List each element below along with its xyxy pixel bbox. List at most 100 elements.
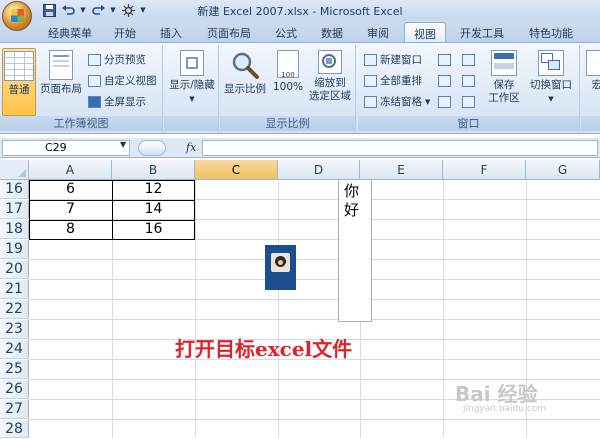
- column-header-g[interactable]: G: [526, 160, 600, 180]
- tab-developer[interactable]: 开发工具: [452, 22, 512, 42]
- row-header-28[interactable]: 28: [0, 420, 29, 438]
- page-layout-view-label: 页面布局: [40, 83, 82, 95]
- tab-view[interactable]: 视图: [404, 22, 446, 42]
- group-macros: 宏: [581, 45, 600, 133]
- row-header-23[interactable]: 23: [0, 320, 29, 339]
- arrange-all-button[interactable]: 全部重排: [364, 72, 422, 89]
- zoom-100-icon: 100: [277, 50, 299, 79]
- page-layout-view-button[interactable]: 页面布局: [38, 48, 84, 116]
- text-box-line: 你: [344, 182, 360, 200]
- name-box[interactable]: C29: [2, 140, 130, 156]
- tab-data[interactable]: 数据: [312, 22, 352, 42]
- unhide-window-button[interactable]: [438, 93, 451, 110]
- text-box[interactable]: 你 好: [338, 180, 372, 322]
- save-workspace-button[interactable]: 保存 工作区: [484, 48, 524, 116]
- cell-b18[interactable]: 16: [112, 220, 195, 239]
- custom-views-button[interactable]: 自定义视图: [88, 72, 157, 89]
- row-header-27[interactable]: 27: [0, 400, 29, 419]
- group-label-zoom: 显示比例: [220, 116, 355, 131]
- view-side-by-side-button[interactable]: [462, 51, 475, 68]
- formula-bar: C29 ▼ fx: [0, 138, 600, 158]
- zoom-button[interactable]: 显示比例: [222, 48, 268, 116]
- gridline: [29, 419, 600, 420]
- row-header-18[interactable]: 18: [0, 220, 29, 239]
- hide-window-button[interactable]: [438, 72, 451, 89]
- column-header-b[interactable]: B: [112, 160, 195, 180]
- column-header-f[interactable]: F: [443, 160, 526, 180]
- formula-expand-handle[interactable]: [138, 140, 166, 156]
- cell-a17[interactable]: 7: [29, 200, 112, 219]
- tab-formulas[interactable]: 公式: [266, 22, 306, 42]
- tab-classic-menu[interactable]: 经典菜单: [40, 22, 100, 42]
- page-break-preview-button[interactable]: 分页预览: [88, 51, 146, 68]
- cell-b17[interactable]: 14: [112, 200, 195, 219]
- switch-windows-button[interactable]: 切换窗口 ▼: [526, 48, 576, 116]
- group-label-window: 窗口: [358, 116, 579, 131]
- group-label-macros: [581, 116, 600, 131]
- avatar-icon: [271, 253, 290, 272]
- group-window: 新建窗口 全部重排 冻结窗格 ▼ 保存 工作区 切换窗口 ▼ 窗口: [358, 45, 580, 133]
- full-screen-button[interactable]: 全屏显示: [88, 93, 146, 110]
- page-break-label: 分页预览: [104, 54, 146, 66]
- gridline: [29, 259, 600, 260]
- office-logo-icon: [11, 9, 24, 22]
- select-all-corner[interactable]: [0, 160, 29, 180]
- formula-input[interactable]: [202, 140, 598, 156]
- macros-icon: [586, 50, 600, 76]
- gridline: [29, 279, 600, 280]
- group-workbook-views: 普通 页面布局 分页预览 自定义视图 全屏显示 工作簿视图: [0, 45, 163, 133]
- column-header-e[interactable]: E: [360, 160, 443, 180]
- name-box-dropdown-icon[interactable]: ▼: [120, 140, 126, 149]
- column-header-d[interactable]: D: [278, 160, 360, 180]
- cell-a18[interactable]: 8: [29, 220, 112, 239]
- column-header-a[interactable]: A: [29, 160, 112, 180]
- normal-view-label: 普通: [8, 84, 30, 96]
- arrange-all-icon: [364, 74, 377, 87]
- tab-special-features[interactable]: 特色功能: [520, 22, 582, 42]
- save-workspace-label-2: 工作区: [488, 92, 520, 104]
- split-button[interactable]: [438, 51, 451, 68]
- switch-windows-label: 切换窗口: [530, 79, 572, 91]
- row-header-17[interactable]: 17: [0, 200, 29, 219]
- row-header-19[interactable]: 19: [0, 240, 29, 259]
- custom-views-icon: [88, 74, 101, 87]
- show-hide-button[interactable]: 显示/隐藏 ▼: [167, 48, 217, 116]
- new-window-button[interactable]: 新建窗口: [364, 51, 422, 68]
- hide-window-icon: [438, 74, 451, 87]
- embedded-picture[interactable]: [265, 245, 296, 290]
- page-break-icon: [88, 53, 101, 66]
- tab-home[interactable]: 开始: [104, 22, 146, 42]
- row-header-21[interactable]: 21: [0, 280, 29, 299]
- macros-button[interactable]: 宏: [582, 48, 600, 116]
- row-header-16[interactable]: 16: [0, 180, 29, 199]
- group-label-show-hide: [164, 116, 218, 131]
- tab-review[interactable]: 审阅: [358, 22, 398, 42]
- row-header-24[interactable]: 24: [0, 340, 29, 359]
- zoom-to-selection-button[interactable]: 缩放到 选定区域: [306, 48, 354, 116]
- ribbon: 普通 页面布局 分页预览 自定义视图 全屏显示 工作簿视图 显示/隐藏 ▼ 显示…: [0, 42, 600, 134]
- office-button[interactable]: [2, 1, 32, 31]
- zoom-label: 显示比例: [224, 83, 266, 95]
- tab-insert[interactable]: 插入: [150, 22, 192, 42]
- reset-window-position-button[interactable]: [462, 93, 475, 110]
- tab-page-layout[interactable]: 页面布局: [198, 22, 260, 42]
- new-window-label: 新建窗口: [380, 54, 422, 66]
- row-header-26[interactable]: 26: [0, 380, 29, 399]
- zoom-to-selection-icon: [318, 50, 342, 74]
- row-header-20[interactable]: 20: [0, 260, 29, 279]
- window-title: 新建 Excel 2007.xlsx - Microsoft Excel: [197, 5, 403, 18]
- reset-position-icon: [462, 95, 475, 108]
- row-header-25[interactable]: 25: [0, 360, 29, 379]
- text-box-line: 好: [344, 201, 360, 219]
- worksheet-grid[interactable]: A B C D E F G 16 17 18 19 20 21 22 23 24…: [0, 160, 600, 438]
- freeze-panes-button[interactable]: 冻结窗格 ▼: [364, 93, 430, 110]
- zoom-100-button[interactable]: 100 100%: [270, 48, 306, 116]
- normal-view-button[interactable]: 普通: [2, 48, 36, 116]
- row-header-22[interactable]: 22: [0, 300, 29, 319]
- cell-b16[interactable]: 12: [112, 180, 195, 199]
- cell-a16[interactable]: 6: [29, 180, 112, 199]
- insert-function-icon[interactable]: fx: [186, 141, 196, 154]
- column-header-c[interactable]: C: [195, 160, 278, 180]
- synchronous-scrolling-button[interactable]: [462, 72, 475, 89]
- formula-buttons: fx: [138, 139, 198, 157]
